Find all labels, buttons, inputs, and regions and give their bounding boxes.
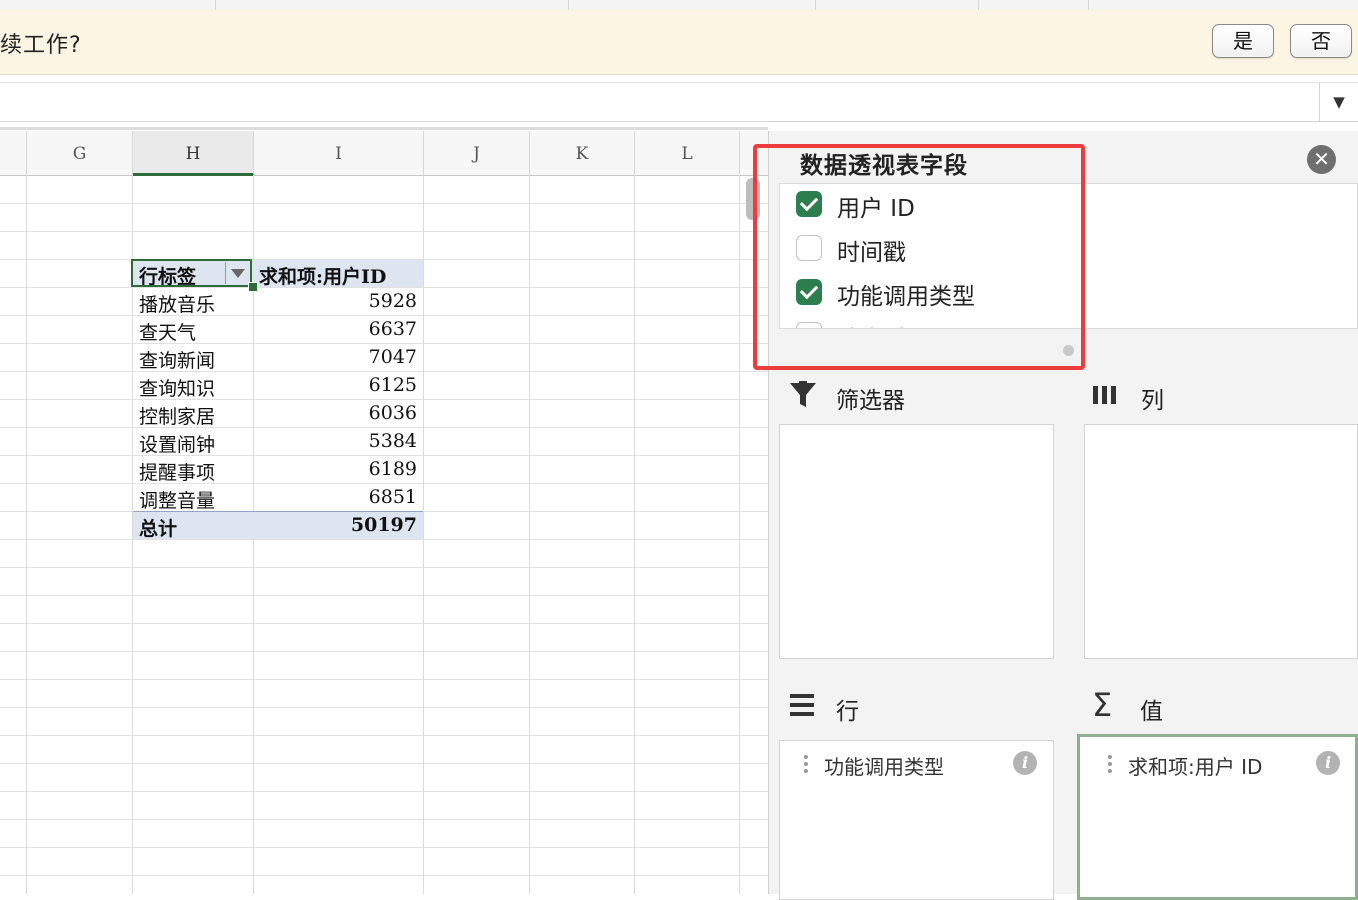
grid-line (0, 735, 768, 736)
pivot-row-label[interactable]: 查天气 (139, 318, 196, 345)
drag-handle-icon[interactable] (1108, 755, 1112, 773)
grid-line (0, 539, 768, 540)
pivot-value-header[interactable]: 求和项:用户ID (259, 262, 386, 289)
grid-line (0, 483, 768, 484)
pivot-row-value[interactable]: 6637 (257, 318, 417, 340)
grid-line (423, 175, 424, 894)
close-icon[interactable]: ✕ (1307, 145, 1336, 174)
value-field-chip-label: 求和项:用户 ID (1128, 755, 1263, 779)
pivot-row-label[interactable]: 播放音乐 (139, 290, 215, 317)
strip-divider (568, 0, 569, 10)
strip-divider (215, 0, 216, 10)
column-header-partial[interactable] (0, 131, 27, 176)
grid-line (0, 427, 768, 428)
grid-line (0, 203, 768, 204)
pivot-row-value[interactable]: 6036 (257, 402, 417, 424)
row-field-chip-label: 功能调用类型 (824, 755, 944, 779)
pivot-row-label[interactable]: 查询知识 (139, 374, 215, 401)
pivot-total-label[interactable]: 总计 (139, 514, 177, 541)
strip-divider (1088, 0, 1089, 10)
grid-line (0, 791, 768, 792)
rows-icon (790, 694, 814, 716)
grid-line (0, 567, 768, 568)
column-header-g[interactable]: G (27, 131, 133, 176)
spreadsheet-grid[interactable]: G H I J K L 行标签 求和项:用户ID 播放音乐 5928 查天气 6637… (0, 131, 768, 894)
column-header-h[interactable]: H (133, 131, 254, 176)
formula-dropdown-button[interactable]: ▼ (1319, 83, 1358, 121)
pivot-row-value[interactable]: 6851 (257, 486, 417, 508)
grid-line (0, 623, 768, 624)
value-field-chip[interactable]: 求和项:用户 ID (1108, 751, 1263, 780)
pivot-row-value[interactable]: 6125 (257, 374, 417, 396)
grid-line (0, 455, 768, 456)
pivot-row-value[interactable]: 5384 (257, 430, 417, 452)
grid-line (0, 875, 768, 876)
row-field-chip[interactable]: 功能调用类型 (804, 751, 944, 780)
highlight-annotation-box (753, 144, 1085, 370)
columns-area-label: 列 (1141, 388, 1164, 414)
notification-bar: 续工作? 是 否 (0, 10, 1358, 75)
pivot-row-label[interactable]: 设置闹钟 (139, 430, 215, 457)
column-header-i[interactable]: I (254, 131, 424, 176)
drag-handle-icon[interactable] (804, 755, 808, 773)
info-icon[interactable]: i (1316, 751, 1340, 775)
column-header-k[interactable]: K (530, 131, 635, 176)
active-cell-selection (131, 259, 252, 287)
divider (0, 127, 768, 130)
column-header-j[interactable]: J (424, 131, 530, 176)
pivot-row-label[interactable]: 调整音量 (139, 486, 215, 513)
values-area-label: 值 (1140, 699, 1163, 725)
grid-line (0, 651, 768, 652)
grid-line (0, 679, 768, 680)
grid-line (0, 399, 768, 400)
grid-line (0, 763, 768, 764)
pivot-row-value[interactable]: 7047 (257, 346, 417, 368)
column-header-l[interactable]: L (635, 131, 740, 176)
grid-line (0, 231, 768, 232)
values-drop-zone[interactable]: 求和项:用户 ID i (1077, 734, 1358, 900)
funnel-icon (790, 381, 816, 407)
grid-line (26, 175, 27, 894)
grid-line (0, 343, 768, 344)
notification-message: 续工作? (0, 33, 82, 58)
grid-line (634, 175, 635, 894)
yes-button[interactable]: 是 (1212, 24, 1274, 58)
pivot-row-label[interactable]: 提醒事项 (139, 458, 215, 485)
grid-line (0, 371, 768, 372)
grid-line (0, 315, 768, 316)
pivot-total-value[interactable]: 50197 (257, 514, 417, 536)
no-button[interactable]: 否 (1290, 24, 1352, 58)
info-icon[interactable]: i (1013, 751, 1037, 775)
filter-drop-zone[interactable] (779, 424, 1054, 659)
pivot-row-value[interactable]: 6189 (257, 458, 417, 480)
grid-line (529, 175, 530, 894)
pivot-row-value[interactable]: 5928 (257, 290, 417, 312)
filter-area-label: 筛选器 (836, 388, 905, 414)
columns-drop-zone[interactable] (1084, 424, 1358, 659)
formula-bar[interactable]: ▼ (0, 82, 1358, 122)
grid-line (739, 175, 740, 894)
pivot-row-label[interactable]: 查询新闻 (139, 346, 215, 373)
triangle-down-icon: ▼ (1333, 93, 1345, 111)
rows-area-label: 行 (836, 699, 859, 725)
grid-line (0, 819, 768, 820)
pivot-row-label[interactable]: 控制家居 (139, 402, 215, 429)
strip-divider (815, 0, 816, 10)
sigma-icon: Σ (1092, 686, 1113, 724)
fill-handle[interactable] (248, 282, 258, 292)
grid-line (0, 595, 768, 596)
columns-icon (1093, 386, 1116, 404)
strip-divider (978, 0, 979, 10)
grid-line (0, 847, 768, 848)
grid-line (0, 707, 768, 708)
rows-drop-zone[interactable]: 功能调用类型 i (779, 740, 1054, 900)
